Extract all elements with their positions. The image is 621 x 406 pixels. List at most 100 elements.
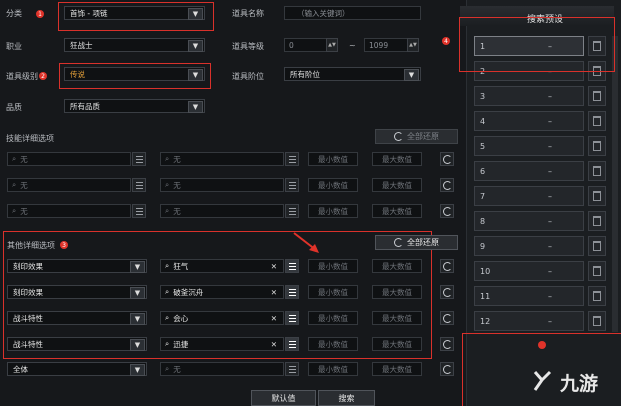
option-search-input[interactable]: ⌕ 狂气 ✕	[160, 259, 284, 273]
chevron-down-icon: ▼	[130, 287, 145, 299]
option-search-input[interactable]: ⌕ 无	[160, 362, 284, 376]
clear-icon[interactable]: ✕	[271, 340, 277, 349]
refresh-button[interactable]	[440, 259, 454, 273]
trash-icon[interactable]	[588, 211, 606, 231]
max-value-input[interactable]: 最大数值	[372, 259, 422, 273]
chevron-down-icon: ▼	[130, 364, 145, 376]
list-icon[interactable]	[285, 152, 299, 166]
preset-row[interactable]: 6–	[474, 161, 584, 181]
refresh-button[interactable]	[440, 285, 454, 299]
max-value-input[interactable]: 最大数值	[372, 285, 422, 299]
trash-icon[interactable]	[588, 286, 606, 306]
skill-search-input[interactable]: ⌕ 无	[7, 178, 131, 192]
max-value-input[interactable]: 最大数值	[372, 337, 422, 351]
skill-option-input[interactable]: ⌕ 无	[160, 204, 284, 218]
search-icon: ⌕	[165, 180, 170, 189]
list-icon[interactable]	[285, 362, 299, 376]
option-type-select[interactable]: 刻印效果 ▼	[7, 285, 147, 299]
preset-row[interactable]: 10–	[474, 261, 584, 281]
min-value-input[interactable]: 最小数值	[308, 152, 358, 166]
skill-option-input[interactable]: ⌕ 无	[160, 152, 284, 166]
level-max-stepper[interactable]: ▲▼	[407, 38, 419, 52]
default-button[interactable]: 默认值	[251, 390, 316, 406]
job-select[interactable]: 狂战士 ▼	[64, 38, 205, 52]
trash-icon[interactable]	[588, 161, 606, 181]
refresh-button[interactable]	[440, 311, 454, 325]
min-value-input[interactable]: 最小数值	[308, 204, 358, 218]
refresh-button[interactable]	[440, 178, 454, 192]
min-value-input[interactable]: 最小数值	[308, 311, 358, 325]
preset-row[interactable]: 12–	[474, 311, 584, 331]
min-value-input[interactable]: 最小数值	[308, 285, 358, 299]
red-arrow-icon	[293, 232, 319, 253]
item-name-input[interactable]: （输入关键词）	[284, 6, 421, 20]
option-type-select[interactable]: 战斗特性 ▼	[7, 311, 147, 325]
option-type-select[interactable]: 刻印效果 ▼	[7, 259, 147, 273]
item-tier-select[interactable]: 所有阶位 ▼	[284, 67, 421, 81]
preset-row[interactable]: 5–	[474, 136, 584, 156]
search-icon: ⌕	[165, 154, 170, 163]
search-icon: ⌕	[165, 313, 170, 322]
trash-icon[interactable]	[588, 186, 606, 206]
min-value-input[interactable]: 最小数值	[308, 337, 358, 351]
option-search-input[interactable]: ⌕ 破釜沉舟 ✕	[160, 285, 284, 299]
option-search-input[interactable]: ⌕ 迅捷 ✕	[160, 337, 284, 351]
list-icon[interactable]	[285, 311, 299, 325]
max-value-input[interactable]: 最大数值	[372, 204, 422, 218]
list-icon[interactable]	[285, 259, 299, 273]
min-value-input[interactable]: 最小数值	[308, 259, 358, 273]
preset-row[interactable]: 9–	[474, 236, 584, 256]
trash-icon[interactable]	[588, 236, 606, 256]
clear-icon[interactable]: ✕	[271, 262, 277, 271]
list-icon[interactable]	[285, 204, 299, 218]
refresh-button[interactable]	[440, 337, 454, 351]
list-icon[interactable]	[285, 178, 299, 192]
max-value-input[interactable]: 最大数值	[372, 311, 422, 325]
list-icon[interactable]	[132, 178, 146, 192]
max-value-input[interactable]: 最大数值	[372, 178, 422, 192]
skill-reset-button[interactable]: 全部还原	[375, 129, 458, 144]
list-icon[interactable]	[285, 285, 299, 299]
item-level-label: 道具等级	[232, 42, 264, 51]
preset-row[interactable]: 7–	[474, 186, 584, 206]
list-icon[interactable]	[285, 337, 299, 351]
scrollbar[interactable]	[612, 36, 618, 332]
refresh-button[interactable]	[440, 204, 454, 218]
quality-label: 品质	[6, 103, 22, 112]
trash-icon[interactable]	[588, 136, 606, 156]
search-button[interactable]: 搜索	[318, 390, 375, 406]
preset-row[interactable]: 4–	[474, 111, 584, 131]
clear-icon[interactable]: ✕	[271, 288, 277, 297]
other-reset-button[interactable]: 全部还原	[375, 235, 458, 250]
quality-select[interactable]: 所有品质 ▼	[64, 99, 205, 113]
clear-icon[interactable]: ✕	[271, 314, 277, 323]
annotation-badge-5	[538, 341, 546, 349]
preset-row[interactable]: 8–	[474, 211, 584, 231]
list-icon[interactable]	[132, 204, 146, 218]
refresh-icon	[394, 238, 403, 247]
refresh-icon	[442, 313, 452, 323]
trash-icon[interactable]	[588, 311, 606, 331]
trash-icon[interactable]	[588, 111, 606, 131]
skill-search-input[interactable]: ⌕ 无	[7, 152, 131, 166]
option-search-input[interactable]: ⌕ 会心 ✕	[160, 311, 284, 325]
trash-icon[interactable]	[588, 86, 606, 106]
min-value-input[interactable]: 最小数值	[308, 362, 358, 376]
logo-icon	[533, 370, 552, 391]
preset-row[interactable]: 3–	[474, 86, 584, 106]
refresh-button[interactable]	[440, 152, 454, 166]
max-value-input[interactable]: 最大数值	[372, 362, 422, 376]
refresh-button[interactable]	[440, 362, 454, 376]
refresh-icon	[442, 339, 452, 349]
level-min-stepper[interactable]: ▲▼	[326, 38, 338, 52]
preset-row[interactable]: 11–	[474, 286, 584, 306]
min-value-input[interactable]: 最小数值	[308, 178, 358, 192]
skill-search-input[interactable]: ⌕ 无	[7, 204, 131, 218]
list-icon[interactable]	[132, 152, 146, 166]
max-value-input[interactable]: 最大数值	[372, 152, 422, 166]
option-type-select[interactable]: 全体 ▼	[7, 362, 147, 376]
trash-icon[interactable]	[588, 261, 606, 281]
option-type-select[interactable]: 战斗特性 ▼	[7, 337, 147, 351]
skill-option-input[interactable]: ⌕ 无	[160, 178, 284, 192]
search-icon: ⌕	[165, 287, 170, 296]
